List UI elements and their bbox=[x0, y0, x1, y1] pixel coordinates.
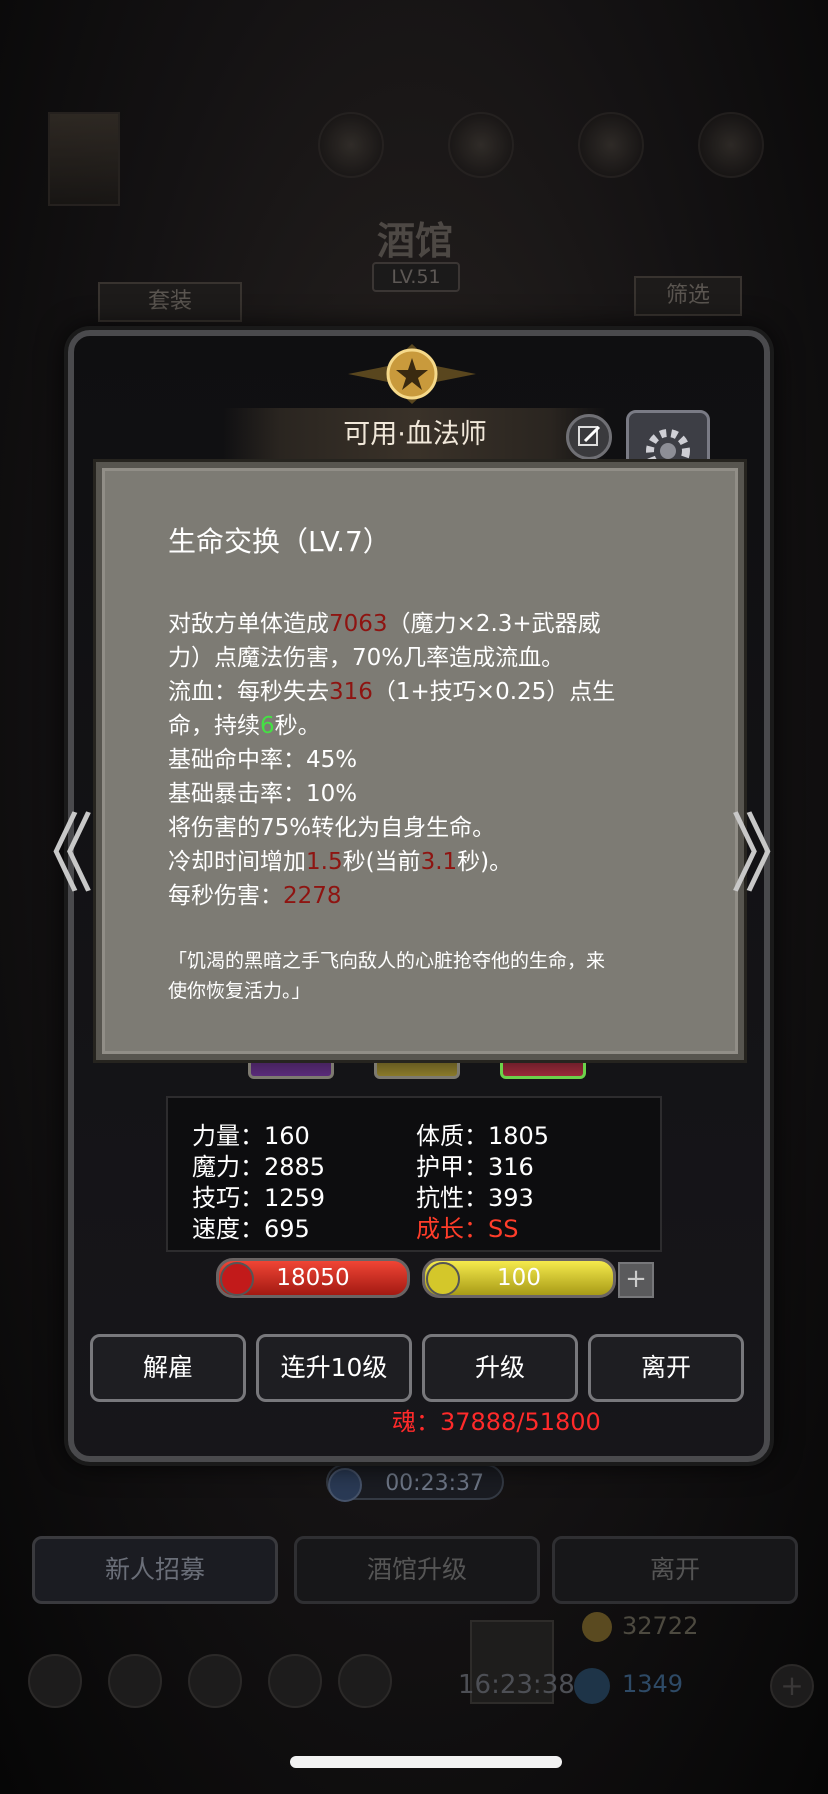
heart-icon bbox=[220, 1262, 254, 1296]
lifesteal-text: 将伤害的75%转化为自身生命。 bbox=[168, 815, 496, 841]
skill-title: 生命交换（LV.7） bbox=[168, 525, 391, 558]
flavor-text: 「饥渴的黑暗之手飞向敌人的心脏抢夺他的生命，来 bbox=[168, 950, 606, 972]
emblem-icon bbox=[348, 344, 476, 404]
clock-text: 16:23:38 bbox=[458, 1670, 575, 1700]
stat-growth: 成长：SS bbox=[416, 1215, 519, 1243]
equipment-slot-icon[interactable] bbox=[698, 112, 764, 178]
upgrade-button[interactable]: 升级 bbox=[422, 1334, 578, 1402]
gold-icon bbox=[582, 1612, 612, 1642]
stat-resist: 抗性：393 bbox=[416, 1184, 534, 1212]
equipment-slot-icon[interactable] bbox=[578, 112, 644, 178]
level-up-10-button[interactable]: 连升10级 bbox=[256, 1334, 412, 1402]
lightning-icon bbox=[426, 1262, 460, 1296]
stat-magic: 魔力：2885 bbox=[192, 1153, 326, 1181]
leave-button[interactable]: 离开 bbox=[588, 1334, 744, 1402]
menu-icon[interactable] bbox=[188, 1654, 242, 1708]
cooldown-text: 冷却时间增加1.5秒(当前3.1秒)。 bbox=[168, 849, 513, 875]
bleed-value: 316 bbox=[329, 679, 373, 705]
prev-hero-arrow-icon[interactable]: 《 bbox=[8, 784, 94, 909]
menu-icon[interactable] bbox=[268, 1654, 322, 1708]
gem-icon bbox=[574, 1668, 610, 1704]
tavern-leave-button[interactable]: 离开 bbox=[552, 1536, 798, 1604]
stat-skill: 技巧：1259 bbox=[192, 1184, 326, 1212]
crit-rate: 基础暴击率：10% bbox=[168, 781, 358, 807]
menu-icon[interactable] bbox=[338, 1654, 392, 1708]
clock-icon bbox=[328, 1468, 362, 1502]
home-indicator[interactable] bbox=[290, 1756, 562, 1768]
stat-strength: 力量：160 bbox=[192, 1122, 310, 1150]
add-energy-button[interactable]: + bbox=[618, 1262, 654, 1298]
equipment-slot-icon[interactable] bbox=[448, 112, 514, 178]
recruit-button[interactable]: 新人招募 bbox=[32, 1536, 278, 1604]
tavern-title: 酒馆 bbox=[376, 219, 453, 263]
gem-amount: 1349 bbox=[622, 1670, 684, 1698]
hero-name: 可用·血法师 bbox=[222, 408, 608, 462]
gold-amount: 32722 bbox=[622, 1612, 699, 1640]
dismiss-button[interactable]: 解雇 bbox=[90, 1334, 246, 1402]
menu-icon[interactable] bbox=[108, 1654, 162, 1708]
set-button[interactable]: 套装 bbox=[98, 282, 242, 322]
edit-name-button[interactable] bbox=[566, 414, 612, 460]
flavor-text: 使你恢复活力。」 bbox=[168, 980, 311, 1002]
stat-speed: 速度：695 bbox=[192, 1215, 310, 1243]
stat-constitution: 体质：1805 bbox=[416, 1122, 550, 1150]
skill-desc-line: 对敌方单体造成7063（魔力×2.3+武器威 bbox=[168, 611, 601, 637]
skill-desc-line: 流血：每秒失去316（1+技巧×0.25）点生 bbox=[168, 679, 616, 705]
skill-desc-line: 命，持续6秒。 bbox=[168, 713, 321, 739]
damage-value: 7063 bbox=[329, 611, 388, 637]
tavern-upgrade-button[interactable]: 酒馆升级 bbox=[294, 1536, 540, 1604]
filter-button[interactable]: 筛选 bbox=[634, 276, 742, 316]
equipment-slot-icon[interactable] bbox=[318, 112, 384, 178]
add-icon[interactable]: + bbox=[770, 1664, 814, 1708]
soul-counter: 魂：37888/51800 bbox=[392, 1408, 601, 1436]
duration-value: 6 bbox=[260, 713, 275, 739]
pencil-icon bbox=[578, 425, 601, 446]
dps-text: 每秒伤害：2278 bbox=[168, 883, 342, 909]
tavern-level: LV.51 bbox=[372, 262, 460, 292]
menu-icon[interactable] bbox=[28, 1654, 82, 1708]
stat-armor: 护甲：316 bbox=[416, 1153, 534, 1181]
skill-desc-line: 力）点魔法伤害，70%几率造成流血。 bbox=[168, 645, 565, 671]
hit-rate: 基础命中率：45% bbox=[168, 747, 358, 773]
hero-portrait[interactable] bbox=[48, 112, 120, 206]
next-hero-arrow-icon[interactable]: 》 bbox=[730, 784, 816, 909]
